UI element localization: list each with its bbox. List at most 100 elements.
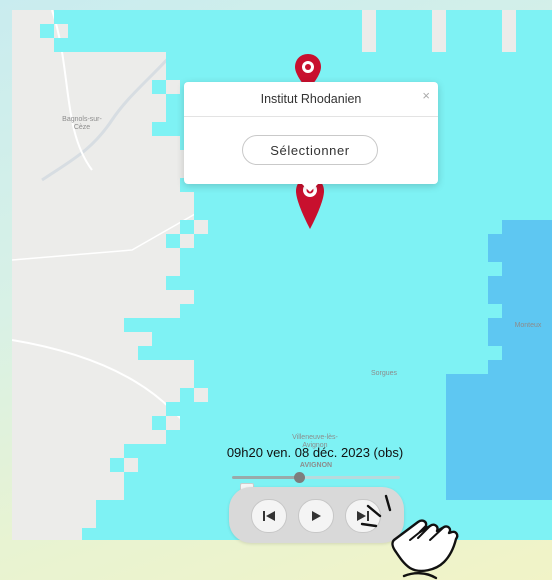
radar-cell (236, 234, 250, 248)
radar-cell (250, 52, 264, 66)
radar-cell (334, 290, 348, 304)
radar-cell (362, 206, 376, 220)
radar-cell (250, 402, 264, 416)
radar-cell (516, 402, 530, 416)
skip-back-icon (263, 511, 275, 521)
radar-cell (82, 10, 96, 24)
radar-cell (278, 332, 292, 346)
radar-cell (166, 458, 180, 472)
radar-cell (236, 262, 250, 276)
radar-cell (460, 108, 474, 122)
radar-cell (446, 178, 460, 192)
radar-cell (264, 52, 278, 66)
radar-cell (334, 262, 348, 276)
radar-cell (474, 304, 488, 318)
radar-cell (488, 444, 502, 458)
town-label: Bagnols-sur-Cèze (62, 116, 102, 131)
radar-cell (264, 416, 278, 430)
radar-cell (306, 416, 320, 430)
radar-cell (166, 514, 180, 528)
radar-cell (222, 38, 236, 52)
radar-cell (124, 444, 138, 458)
previous-button[interactable] (251, 499, 287, 533)
radar-cell (124, 24, 138, 38)
radar-cell (460, 318, 474, 332)
radar-cell (488, 360, 502, 374)
radar-cell (530, 374, 544, 388)
radar-cell (306, 388, 320, 402)
close-icon[interactable]: × (422, 88, 430, 103)
radar-cell (194, 248, 208, 262)
radar-cell (516, 150, 530, 164)
radar-cell (530, 346, 544, 360)
radar-cell (530, 66, 544, 80)
radar-cell (180, 416, 194, 430)
radar-cell (138, 514, 152, 528)
radar-cell (516, 486, 530, 500)
radar-cell (166, 52, 180, 66)
radar-cell (278, 416, 292, 430)
radar-cell (488, 514, 502, 528)
radar-cell (544, 164, 552, 178)
radar-cell (348, 416, 362, 430)
radar-cell (460, 94, 474, 108)
radar-cell (124, 528, 138, 540)
map-view[interactable]: Bagnols-sur-Cèze Sorgues Villeneuve-lès-… (12, 10, 552, 540)
radar-cell (418, 332, 432, 346)
radar-cell (222, 66, 236, 80)
radar-cell (390, 290, 404, 304)
radar-cell (488, 108, 502, 122)
radar-cell (96, 514, 110, 528)
radar-cell (334, 416, 348, 430)
radar-cell (474, 108, 488, 122)
radar-cell (502, 304, 516, 318)
radar-cell (474, 234, 488, 248)
radar-cell (68, 38, 82, 52)
radar-cell (404, 24, 418, 38)
radar-cell (516, 206, 530, 220)
radar-cell (278, 234, 292, 248)
radar-cell (404, 318, 418, 332)
radar-cell (488, 346, 502, 360)
radar-cell (348, 290, 362, 304)
radar-cell (474, 444, 488, 458)
radar-cell (502, 178, 516, 192)
radar-cell (152, 514, 166, 528)
radar-cell (306, 10, 320, 24)
radar-cell (474, 402, 488, 416)
radar-cell (236, 220, 250, 234)
radar-cell (488, 192, 502, 206)
radar-cell (124, 486, 138, 500)
radar-cell (432, 52, 446, 66)
radar-cell (432, 192, 446, 206)
radar-cell (194, 52, 208, 66)
radar-cell (446, 360, 460, 374)
radar-cell (446, 276, 460, 290)
radar-cell (124, 472, 138, 486)
radar-cell (530, 458, 544, 472)
radar-cell (180, 248, 194, 262)
radar-cell (250, 206, 264, 220)
radar-cell (222, 220, 236, 234)
radar-cell (530, 192, 544, 206)
radar-cell (474, 24, 488, 38)
radar-cell (334, 38, 348, 52)
radar-cell (488, 178, 502, 192)
radar-cell (418, 248, 432, 262)
radar-cell (334, 402, 348, 416)
radar-cell (446, 346, 460, 360)
radar-cell (474, 416, 488, 430)
radar-cell (544, 430, 552, 444)
radar-cell (390, 192, 404, 206)
radar-cell (334, 192, 348, 206)
radar-cell (292, 346, 306, 360)
radar-cell (96, 500, 110, 514)
radar-cell (474, 276, 488, 290)
select-button[interactable]: Sélectionner (242, 135, 378, 165)
timeline-slider[interactable] (232, 472, 400, 483)
radar-cell (250, 38, 264, 52)
radar-cell (376, 388, 390, 402)
radar-cell (390, 458, 404, 472)
radar-cell (502, 486, 516, 500)
play-button[interactable] (298, 499, 334, 533)
